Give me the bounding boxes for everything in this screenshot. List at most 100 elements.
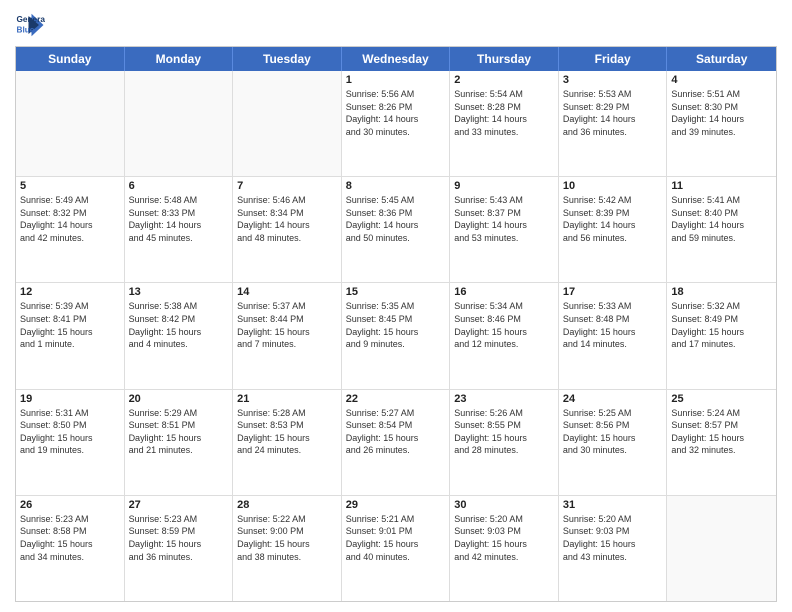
day-number: 30 bbox=[454, 499, 554, 511]
page: General Blue SundayMondayTuesdayWednesda… bbox=[0, 0, 792, 612]
cal-cell: 31 Sunrise: 5:20 AM Sunset: 9:03 PM Dayli… bbox=[559, 496, 668, 601]
day-number: 21 bbox=[237, 393, 337, 405]
cell-info: Sunrise: 5:27 AM Sunset: 8:54 PM Dayligh… bbox=[346, 407, 446, 457]
cell-info: Sunrise: 5:49 AM Sunset: 8:32 PM Dayligh… bbox=[20, 194, 120, 244]
cal-cell bbox=[233, 71, 342, 176]
cal-cell: 21 Sunrise: 5:28 AM Sunset: 8:53 PM Dayli… bbox=[233, 390, 342, 495]
header-day-friday: Friday bbox=[559, 47, 668, 71]
cal-cell: 4 Sunrise: 5:51 AM Sunset: 8:30 PM Daylig… bbox=[667, 71, 776, 176]
day-number: 15 bbox=[346, 286, 446, 298]
cell-info: Sunrise: 5:33 AM Sunset: 8:48 PM Dayligh… bbox=[563, 300, 663, 350]
day-number: 1 bbox=[346, 74, 446, 86]
cal-cell: 9Sunrise: 5:43 AM Sunset: 8:37 PM Daylig… bbox=[450, 177, 559, 282]
day-number: 31 bbox=[563, 499, 663, 511]
cell-info: Sunrise: 5:39 AM Sunset: 8:41 PM Dayligh… bbox=[20, 300, 120, 350]
cal-cell: 15 Sunrise: 5:35 AM Sunset: 8:45 PM Dayli… bbox=[342, 283, 451, 388]
day-number: 25 bbox=[671, 393, 772, 405]
cell-info: Sunrise: 5:56 AM Sunset: 8:26 PM Dayligh… bbox=[346, 88, 446, 138]
cell-info: Sunrise: 5:37 AM Sunset: 8:44 PM Dayligh… bbox=[237, 300, 337, 350]
week-row-0: 1 Sunrise: 5:56 AM Sunset: 8:26 PM Daylig… bbox=[16, 71, 776, 177]
cal-cell bbox=[667, 496, 776, 601]
day-number: 27 bbox=[129, 499, 229, 511]
cal-cell bbox=[16, 71, 125, 176]
day-number: 12 bbox=[20, 286, 120, 298]
cell-info: Sunrise: 5:20 AM Sunset: 9:03 PM Dayligh… bbox=[454, 513, 554, 563]
header-day-wednesday: Wednesday bbox=[342, 47, 451, 71]
cal-cell: 5 Sunrise: 5:49 AM Sunset: 8:32 PM Daylig… bbox=[16, 177, 125, 282]
cal-cell: 6 Sunrise: 5:48 AM Sunset: 8:33 PM Daylig… bbox=[125, 177, 234, 282]
cal-cell: 22 Sunrise: 5:27 AM Sunset: 8:54 PM Dayli… bbox=[342, 390, 451, 495]
day-number: 11 bbox=[671, 180, 772, 192]
cal-cell: 8Sunrise: 5:45 AM Sunset: 8:36 PM Daylig… bbox=[342, 177, 451, 282]
day-number: 17 bbox=[563, 286, 663, 298]
day-number: 14 bbox=[237, 286, 337, 298]
cell-info: Sunrise: 5:41 AM Sunset: 8:40 PM Dayligh… bbox=[671, 194, 772, 244]
cal-cell: 28 Sunrise: 5:22 AM Sunset: 9:00 PM Dayli… bbox=[233, 496, 342, 601]
day-number: 4 bbox=[671, 74, 772, 86]
svg-text:Blue: Blue bbox=[17, 26, 35, 35]
cal-cell: 18Sunrise: 5:32 AM Sunset: 8:49 PM Dayli… bbox=[667, 283, 776, 388]
day-number: 2 bbox=[454, 74, 554, 86]
day-number: 6 bbox=[129, 180, 229, 192]
day-number: 20 bbox=[129, 393, 229, 405]
cal-cell bbox=[125, 71, 234, 176]
logo-icon: General Blue bbox=[15, 10, 45, 40]
day-number: 23 bbox=[454, 393, 554, 405]
cell-info: Sunrise: 5:51 AM Sunset: 8:30 PM Dayligh… bbox=[671, 88, 772, 138]
day-number: 8 bbox=[346, 180, 446, 192]
cell-info: Sunrise: 5:34 AM Sunset: 8:46 PM Dayligh… bbox=[454, 300, 554, 350]
cal-cell: 11 Sunrise: 5:41 AM Sunset: 8:40 PM Dayli… bbox=[667, 177, 776, 282]
cell-info: Sunrise: 5:24 AM Sunset: 8:57 PM Dayligh… bbox=[671, 407, 772, 457]
cal-cell: 3Sunrise: 5:53 AM Sunset: 8:29 PM Daylig… bbox=[559, 71, 668, 176]
day-number: 9 bbox=[454, 180, 554, 192]
header-day-sunday: Sunday bbox=[16, 47, 125, 71]
cell-info: Sunrise: 5:23 AM Sunset: 8:58 PM Dayligh… bbox=[20, 513, 120, 563]
cal-cell: 29Sunrise: 5:21 AM Sunset: 9:01 PM Dayli… bbox=[342, 496, 451, 601]
cal-cell: 27 Sunrise: 5:23 AM Sunset: 8:59 PM Dayli… bbox=[125, 496, 234, 601]
cell-info: Sunrise: 5:38 AM Sunset: 8:42 PM Dayligh… bbox=[129, 300, 229, 350]
day-number: 16 bbox=[454, 286, 554, 298]
day-number: 13 bbox=[129, 286, 229, 298]
cal-cell: 20Sunrise: 5:29 AM Sunset: 8:51 PM Dayli… bbox=[125, 390, 234, 495]
cell-info: Sunrise: 5:23 AM Sunset: 8:59 PM Dayligh… bbox=[129, 513, 229, 563]
cell-info: Sunrise: 5:22 AM Sunset: 9:00 PM Dayligh… bbox=[237, 513, 337, 563]
header-day-thursday: Thursday bbox=[450, 47, 559, 71]
svg-text:General: General bbox=[17, 15, 46, 24]
cell-info: Sunrise: 5:48 AM Sunset: 8:33 PM Dayligh… bbox=[129, 194, 229, 244]
cal-cell: 10Sunrise: 5:42 AM Sunset: 8:39 PM Dayli… bbox=[559, 177, 668, 282]
cell-info: Sunrise: 5:46 AM Sunset: 8:34 PM Dayligh… bbox=[237, 194, 337, 244]
day-number: 5 bbox=[20, 180, 120, 192]
cal-cell: 24Sunrise: 5:25 AM Sunset: 8:56 PM Dayli… bbox=[559, 390, 668, 495]
cell-info: Sunrise: 5:31 AM Sunset: 8:50 PM Dayligh… bbox=[20, 407, 120, 457]
cal-cell: 2 Sunrise: 5:54 AM Sunset: 8:28 PM Daylig… bbox=[450, 71, 559, 176]
cell-info: Sunrise: 5:28 AM Sunset: 8:53 PM Dayligh… bbox=[237, 407, 337, 457]
day-number: 26 bbox=[20, 499, 120, 511]
cell-info: Sunrise: 5:20 AM Sunset: 9:03 PM Dayligh… bbox=[563, 513, 663, 563]
cell-info: Sunrise: 5:35 AM Sunset: 8:45 PM Dayligh… bbox=[346, 300, 446, 350]
cal-cell: 17 Sunrise: 5:33 AM Sunset: 8:48 PM Dayli… bbox=[559, 283, 668, 388]
week-row-2: 12 Sunrise: 5:39 AM Sunset: 8:41 PM Dayli… bbox=[16, 283, 776, 389]
header-day-saturday: Saturday bbox=[667, 47, 776, 71]
cell-info: Sunrise: 5:53 AM Sunset: 8:29 PM Dayligh… bbox=[563, 88, 663, 138]
day-number: 7 bbox=[237, 180, 337, 192]
day-number: 28 bbox=[237, 499, 337, 511]
cal-cell: 16 Sunrise: 5:34 AM Sunset: 8:46 PM Dayli… bbox=[450, 283, 559, 388]
cal-cell: 19 Sunrise: 5:31 AM Sunset: 8:50 PM Dayli… bbox=[16, 390, 125, 495]
day-number: 19 bbox=[20, 393, 120, 405]
calendar-header: SundayMondayTuesdayWednesdayThursdayFrid… bbox=[16, 47, 776, 71]
cell-info: Sunrise: 5:25 AM Sunset: 8:56 PM Dayligh… bbox=[563, 407, 663, 457]
day-number: 29 bbox=[346, 499, 446, 511]
cal-cell: 26 Sunrise: 5:23 AM Sunset: 8:58 PM Dayli… bbox=[16, 496, 125, 601]
cal-cell: 12 Sunrise: 5:39 AM Sunset: 8:41 PM Dayli… bbox=[16, 283, 125, 388]
cal-cell: 1 Sunrise: 5:56 AM Sunset: 8:26 PM Daylig… bbox=[342, 71, 451, 176]
day-number: 22 bbox=[346, 393, 446, 405]
cell-info: Sunrise: 5:32 AM Sunset: 8:49 PM Dayligh… bbox=[671, 300, 772, 350]
week-row-4: 26 Sunrise: 5:23 AM Sunset: 8:58 PM Dayli… bbox=[16, 496, 776, 601]
cell-info: Sunrise: 5:54 AM Sunset: 8:28 PM Dayligh… bbox=[454, 88, 554, 138]
header-day-tuesday: Tuesday bbox=[233, 47, 342, 71]
cell-info: Sunrise: 5:26 AM Sunset: 8:55 PM Dayligh… bbox=[454, 407, 554, 457]
logo: General Blue bbox=[15, 10, 49, 40]
day-number: 10 bbox=[563, 180, 663, 192]
cal-cell: 23 Sunrise: 5:26 AM Sunset: 8:55 PM Dayli… bbox=[450, 390, 559, 495]
calendar-body: 1 Sunrise: 5:56 AM Sunset: 8:26 PM Daylig… bbox=[16, 71, 776, 601]
